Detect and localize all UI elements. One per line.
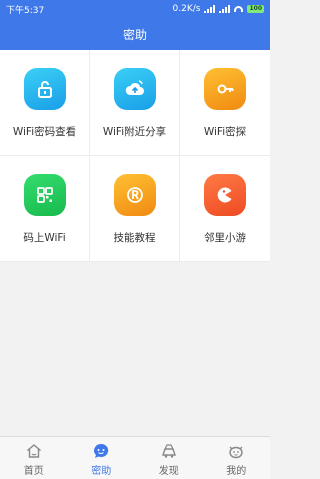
tool-wifi-nearby-share[interactable]: WiFi附近分享	[90, 50, 180, 156]
tool-wifi-password-view[interactable]: WiFi密码查看	[0, 50, 90, 156]
bottom-tab-bar: 首页 密助 发现 我的	[0, 436, 270, 479]
tool-label: 邻里小游	[204, 232, 246, 244]
page-title: 密助	[122, 27, 147, 42]
tool-neighbor-games[interactable]: 邻里小游	[180, 156, 270, 262]
header-bar: 密助	[0, 18, 270, 50]
qr-code-icon	[23, 174, 66, 216]
status-bar: 下午5:37 0.2K/s 100	[0, 0, 270, 18]
wifi-status-icon	[234, 6, 244, 12]
cloud-upload-icon	[113, 68, 156, 110]
tool-wifi-detective[interactable]: WiFi密探	[180, 50, 270, 156]
tab-home[interactable]: 首页	[0, 437, 68, 479]
battery-icon: 100	[247, 5, 264, 13]
tab-label: 首页	[23, 466, 44, 477]
signal-icon	[204, 5, 216, 13]
tool-skill-tutorial[interactable]: 技能教程	[90, 156, 180, 262]
pacman-icon	[204, 174, 246, 216]
tab-mine[interactable]: 我的	[203, 437, 271, 479]
profile-icon	[227, 442, 245, 460]
tab-discover[interactable]: 发现	[135, 437, 203, 479]
status-time: 下午5:37	[6, 5, 45, 16]
tool-label: 技能教程	[113, 232, 156, 244]
tool-label: WiFi密探	[203, 126, 247, 138]
discover-icon	[160, 442, 178, 460]
network-speed: 0.2K/s	[172, 4, 201, 14]
tab-label: 发现	[158, 466, 179, 477]
tool-label: WiFi附近分享	[102, 126, 167, 138]
lock-icon	[23, 68, 66, 110]
tool-label: 码上WiFi	[23, 232, 66, 244]
tool-label: WiFi密码查看	[12, 126, 77, 138]
tools-grid: WiFi密码查看 WiFi附近分享 WiFi密探 码上WiFi 技能教程 邻里小…	[0, 50, 270, 262]
home-icon	[25, 442, 43, 460]
tutorial-icon	[113, 174, 156, 216]
tool-qr-wifi[interactable]: 码上WiFi	[0, 156, 90, 262]
status-indicators: 0.2K/s 100	[173, 4, 264, 14]
chat-bubble-icon	[92, 442, 110, 460]
tab-mizhu[interactable]: 密助	[68, 437, 136, 479]
signal-icon-2	[219, 5, 231, 13]
key-icon	[204, 68, 246, 110]
tab-label: 密助	[91, 466, 112, 477]
tab-label: 我的	[226, 466, 247, 477]
